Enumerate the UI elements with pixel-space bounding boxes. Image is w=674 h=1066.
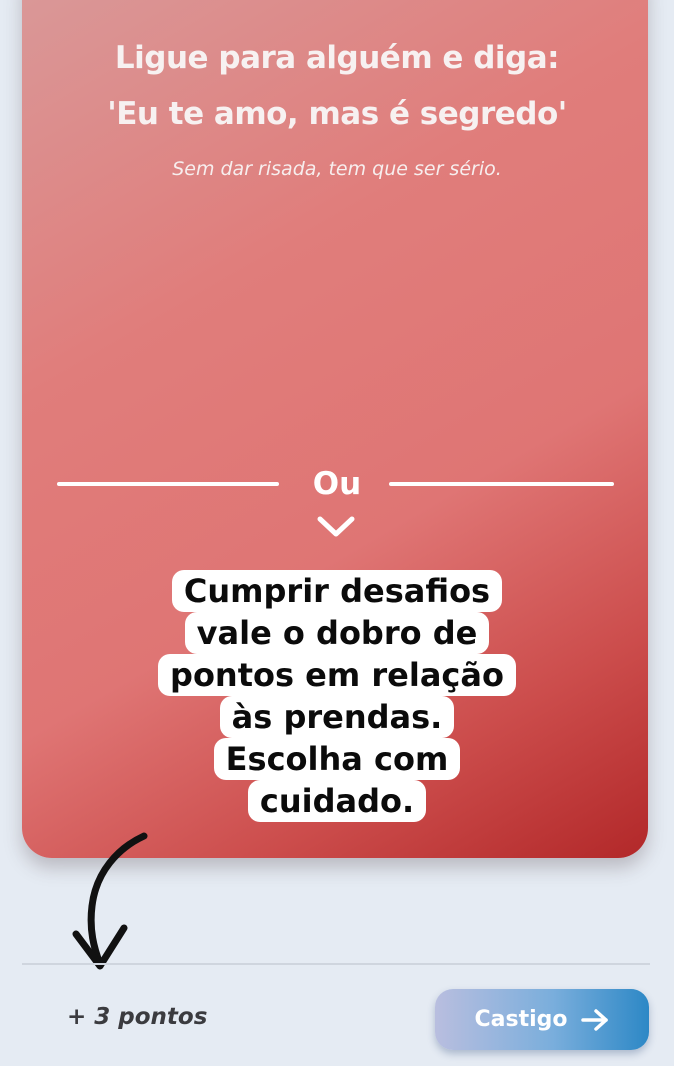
- tooltip-line: cuidado.: [247, 780, 427, 822]
- arrow-right-icon: [580, 1008, 608, 1031]
- challenge-title: Ligue para alguém e diga: 'Eu te amo, ma…: [0, 30, 674, 142]
- chevron-down-icon[interactable]: [314, 512, 358, 542]
- challenge-hint: Sem dar risada, tem que ser sério.: [172, 158, 502, 180]
- hand-drawn-arrow-icon: [72, 832, 148, 970]
- divider-line-left: [57, 482, 279, 486]
- challenge-title-line-2: 'Eu te amo, mas é segredo': [107, 96, 567, 132]
- tutorial-tooltip: Cumprir desafios vale o dobro de pontos …: [138, 570, 536, 822]
- challenge-title-line-1: Ligue para alguém e diga:: [114, 40, 560, 76]
- divider-line-right: [389, 482, 614, 486]
- tooltip-line: às prendas.: [219, 696, 455, 738]
- footer-divider: [22, 963, 650, 965]
- punishment-button[interactable]: Castigo: [435, 989, 649, 1050]
- punishment-button-label: Castigo: [474, 1007, 568, 1032]
- tooltip-line: pontos em relação: [158, 654, 516, 696]
- tooltip-line: Escolha com: [213, 738, 461, 780]
- or-label: Ou: [312, 466, 362, 502]
- points-label: + 3 pontos: [67, 1004, 208, 1030]
- tooltip-line: Cumprir desafios: [171, 570, 503, 612]
- tooltip-line: vale o dobro de: [184, 612, 490, 654]
